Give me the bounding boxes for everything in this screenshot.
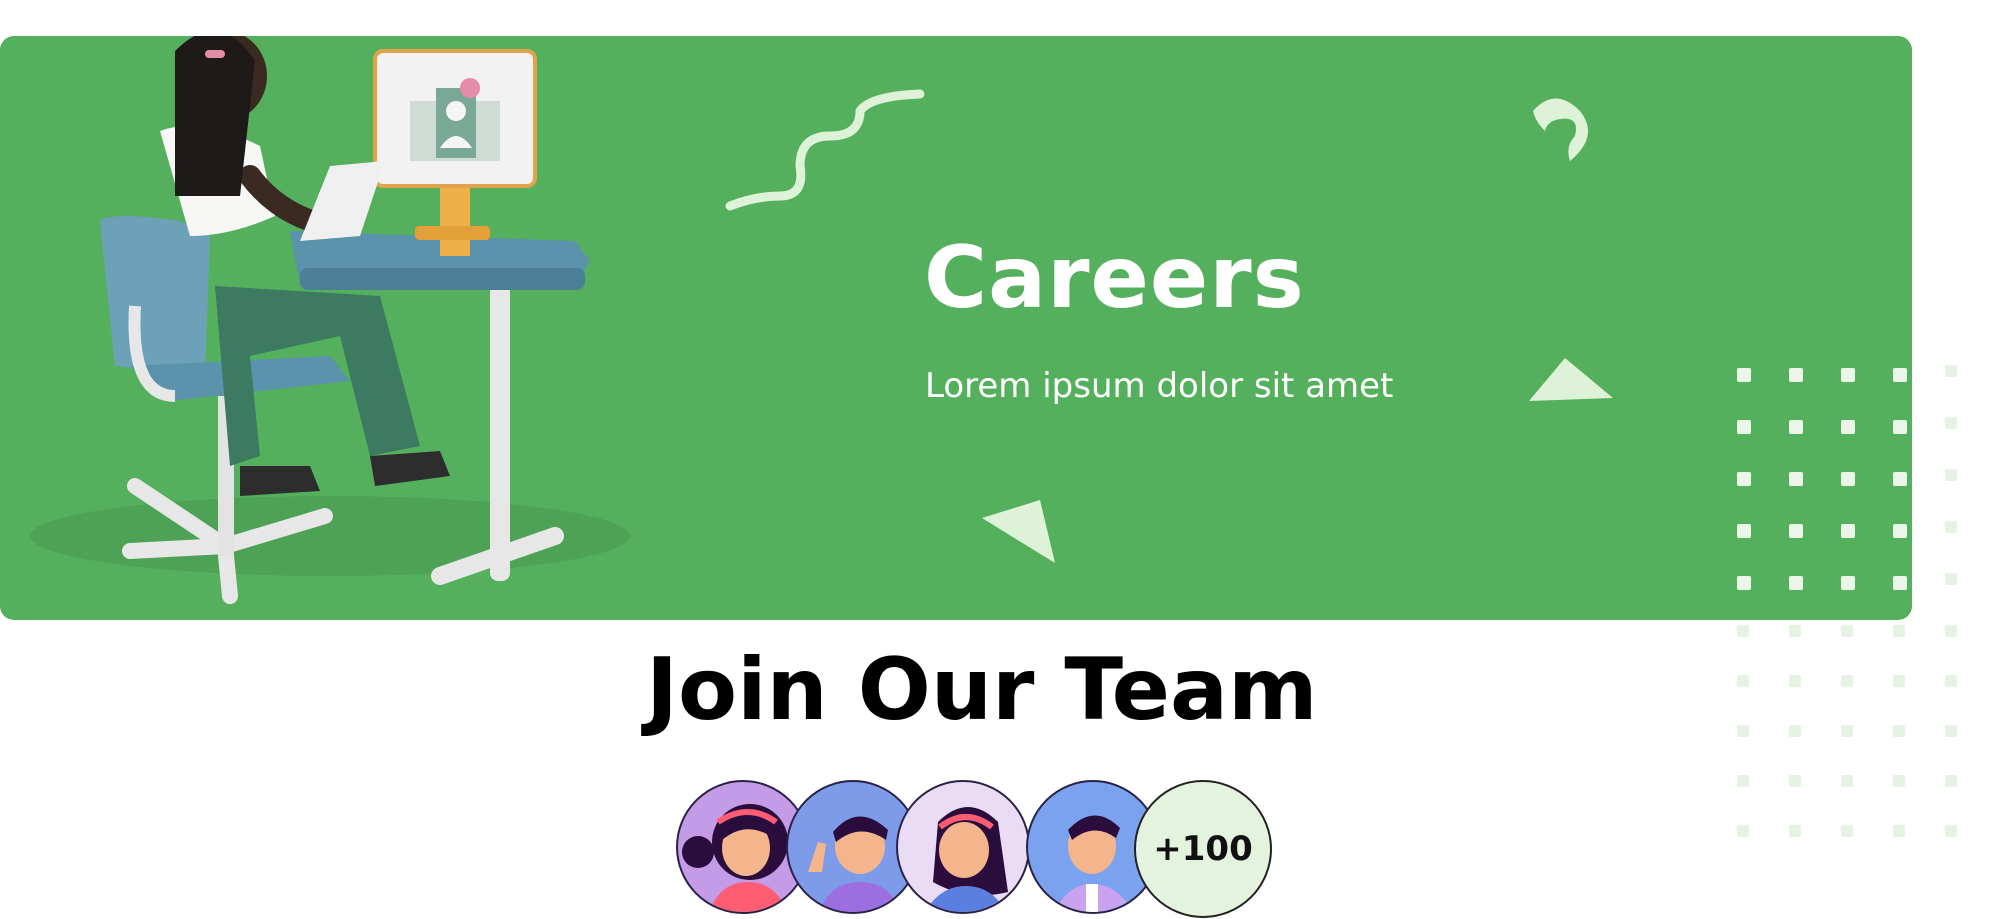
hero-subtitle: Lorem ipsum dolor sit amet xyxy=(925,366,1394,406)
dot-grid-decoration-outside xyxy=(1737,365,1957,837)
triangle-decoration-right xyxy=(1529,358,1613,401)
careers-hero-banner: Careers Lorem ipsum dolor sit amet xyxy=(0,36,1912,620)
squiggle-decoration xyxy=(725,89,925,211)
team-avatar-group: +100 xyxy=(646,780,1276,918)
team-member-count-badge: +100 xyxy=(1134,780,1272,918)
page-title: Careers xyxy=(924,228,1305,328)
join-team-heading: Join Our Team xyxy=(646,640,1318,740)
swirl-decoration xyxy=(1533,98,1588,161)
triangle-decoration-bottom xyxy=(982,500,1055,563)
woman-at-desk-illustration xyxy=(30,36,630,604)
woman-headband-avatar-icon xyxy=(896,780,1030,914)
